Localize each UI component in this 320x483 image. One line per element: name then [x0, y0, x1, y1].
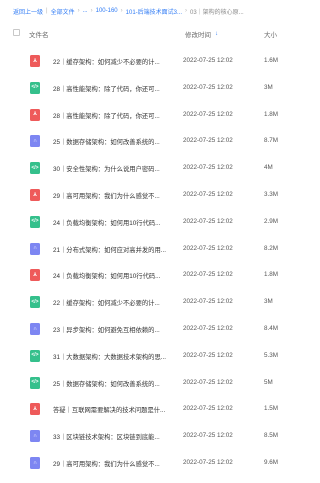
epub-file-icon: </> [30, 81, 40, 94]
epub-file-icon: </> [30, 215, 40, 228]
audio-file-icon: ∩ [30, 135, 40, 148]
file-name[interactable]: 33｜区块链技术架构：区块链到底能... [53, 432, 173, 441]
column-header-size[interactable]: 大小 [264, 29, 277, 39]
audio-file-icon: ∩ [30, 457, 40, 469]
epub-file-icon: </> [30, 296, 40, 309]
breadcrumb-separator: › [185, 8, 187, 14]
file-row[interactable]: ⅄ 29｜高可用架构：我们为什么感觉不... 2022-07-25 12:02 3.3… [0, 183, 320, 208]
file-row[interactable]: ∩ 29｜高可用架构：我们为什么感觉不... 2022-07-25 12:02 9.6… [0, 451, 320, 476]
file-modified-time: 2022-07-25 12:02 [183, 83, 233, 91]
file-modified-time: 2022-07-25 12:02 [183, 137, 233, 145]
file-size: 8.4M [264, 325, 278, 332]
file-modified-time: 2022-07-25 12:02 [183, 110, 233, 118]
file-name[interactable]: 28｜高性能架构：除了代码，你还可... [53, 84, 173, 93]
column-header-time-label: 修改时间 [185, 32, 211, 39]
pdf-file-icon: ⅄ [30, 55, 40, 67]
file-modified-time: 2022-07-25 12:02 [183, 164, 233, 172]
epub-file-icon: </> [30, 349, 40, 362]
file-modified-time: 2022-07-25 12:02 [183, 378, 233, 386]
column-header-name[interactable]: 文件名 [29, 29, 49, 39]
breadcrumb-folder-100-160[interactable]: 100-160 [96, 8, 118, 14]
file-name[interactable]: 答疑｜互联网需要解决的技术问题是什... [53, 405, 173, 414]
column-header-time[interactable]: 修改时间 ↓ [185, 29, 218, 39]
file-size: 8.5M [264, 432, 278, 440]
file-row[interactable]: ∩ 25｜数据存储架构：如何改善系统的... 2022-07-25 12:02 8.7… [0, 129, 320, 154]
breadcrumb: 返回上一级 | 全部文件 › ... › 100-160 › 101-后端技术面… [0, 0, 320, 22]
file-modified-time: 2022-07-25 12:02 [183, 432, 233, 440]
file-modified-time: 2022-07-25 12:02 [183, 244, 233, 252]
file-row[interactable]: </> 25｜数据存储架构：如何改善系统的... 2022-07-25 12:02 5… [0, 371, 320, 396]
epub-file-icon: </> [30, 162, 40, 175]
file-row[interactable]: </> 30｜安全性架构：为什么说用户密码... 2022-07-25 12:02 4… [0, 156, 320, 181]
file-size: 1.6M [264, 57, 278, 64]
file-row[interactable]: ∩ 21｜分布式架构：如何应对高并发的用... 2022-07-25 12:02 8.… [0, 237, 320, 262]
file-size: 4M [264, 164, 273, 172]
file-size: 1.8M [264, 110, 278, 118]
file-row[interactable]: </> 24｜负载均衡架构：如何用10行代码... 2022-07-25 12:02… [0, 210, 320, 235]
file-row[interactable]: ⅄ 24｜负载均衡架构：如何用10行代码... 2022-07-25 12:02 1.… [0, 263, 320, 288]
file-modified-time: 2022-07-25 12:02 [183, 217, 233, 225]
breadcrumb-separator: › [90, 8, 93, 14]
file-size: 1.5M [264, 405, 278, 413]
file-row[interactable]: </> 22｜缓存架构：如何减少不必要的计... 2022-07-25 12:02 3… [0, 290, 320, 315]
file-name[interactable]: 28｜高性能架构：除了代码，你还可... [53, 111, 173, 120]
file-name[interactable]: 23｜异步架构：如何避免互相依赖的... [53, 325, 173, 334]
file-row[interactable]: </> 31｜大数据架构：大数据技术架构的思... 2022-07-25 12:02… [0, 344, 320, 369]
breadcrumb-current-folder: 03｜架构的核心原... [190, 9, 244, 16]
file-row[interactable]: ∩ 23｜异步架构：如何避免互相依赖的... 2022-07-25 12:02 8.4… [0, 317, 320, 342]
file-name[interactable]: 30｜安全性架构：为什么说用户密码... [53, 164, 173, 173]
file-modified-time: 2022-07-25 12:02 [183, 405, 233, 413]
file-size: 5.3M [264, 351, 278, 359]
pdf-file-icon: ⅄ [30, 108, 40, 121]
pdf-file-icon: ⅄ [30, 189, 40, 201]
file-list-header: 文件名 修改时间 ↓ 大小 [0, 22, 320, 44]
breadcrumb-separator: | [46, 8, 48, 14]
breadcrumb-separator: › [120, 8, 123, 14]
select-all-checkbox[interactable] [13, 29, 20, 36]
file-size: 2.9M [264, 217, 278, 225]
file-name[interactable]: 31｜大数据架构：大数据技术架构的思... [53, 352, 173, 361]
file-size: 8.7M [264, 137, 278, 145]
file-size: 3M [264, 298, 273, 306]
back-link[interactable]: 返回上一级 [13, 7, 43, 16]
sort-descending-icon[interactable]: ↓ [215, 31, 218, 37]
audio-file-icon: ∩ [30, 242, 40, 255]
file-row[interactable]: </> 28｜高性能架构：除了代码，你还可... 2022-07-25 12:02 3… [0, 76, 320, 101]
file-name[interactable]: 21｜分布式架构：如何应对高并发的用... [53, 245, 173, 254]
breadcrumb-separator: › [77, 8, 80, 14]
file-size: 1.8M [264, 271, 278, 279]
pdf-file-icon: ⅄ [30, 403, 40, 416]
file-size: 3.3M [264, 191, 278, 198]
file-name[interactable]: 24｜负载均衡架构：如何用10行代码... [53, 271, 173, 280]
file-name[interactable]: 22｜缓存架构：如何减少不必要的计... [53, 57, 173, 66]
file-name[interactable]: 29｜高可用架构：我们为什么感觉不... [53, 459, 173, 468]
audio-file-icon: ∩ [30, 430, 40, 443]
file-row[interactable]: ⅄ 答疑｜互联网需要解决的技术问题是什... 2022-07-25 12:02 1.5… [0, 397, 320, 422]
audio-file-icon: ∩ [30, 323, 40, 335]
file-modified-time: 2022-07-25 12:02 [183, 298, 233, 306]
file-row[interactable]: ∩ 33｜区块链技术架构：区块链到底能... 2022-07-25 12:02 8.5… [0, 424, 320, 449]
file-modified-time: 2022-07-25 12:02 [183, 351, 233, 359]
file-name[interactable]: 25｜数据存储架构：如何改善系统的... [53, 379, 173, 388]
file-modified-time: 2022-07-25 12:02 [183, 325, 233, 332]
file-size: 5M [264, 378, 273, 386]
file-name[interactable]: 22｜缓存架构：如何减少不必要的计... [53, 298, 173, 307]
file-size: 9.6M [264, 459, 278, 466]
pdf-file-icon: ⅄ [30, 269, 40, 282]
file-modified-time: 2022-07-25 12:02 [183, 191, 233, 198]
file-modified-time: 2022-07-25 12:02 [183, 57, 233, 64]
breadcrumb-ellipsis[interactable]: ... [83, 8, 88, 14]
file-row[interactable]: ⅄ 28｜高性能架构：除了代码，你还可... 2022-07-25 12:02 1.8… [0, 103, 320, 128]
file-row[interactable]: ⅄ 22｜缓存架构：如何减少不必要的计... 2022-07-25 12:02 1.6… [0, 49, 320, 74]
file-size: 8.2M [264, 244, 278, 252]
breadcrumb-folder-101[interactable]: 101-后端技术面试3... [126, 7, 182, 16]
file-name[interactable]: 29｜高可用架构：我们为什么感觉不... [53, 191, 173, 200]
file-modified-time: 2022-07-25 12:02 [183, 271, 233, 279]
file-modified-time: 2022-07-25 12:02 [183, 459, 233, 466]
file-name[interactable]: 25｜数据存储架构：如何改善系统的... [53, 137, 173, 146]
all-files-link[interactable]: 全部文件 [51, 7, 75, 16]
epub-file-icon: </> [30, 376, 40, 389]
file-size: 3M [264, 83, 273, 91]
file-name[interactable]: 24｜负载均衡架构：如何用10行代码... [53, 218, 173, 227]
